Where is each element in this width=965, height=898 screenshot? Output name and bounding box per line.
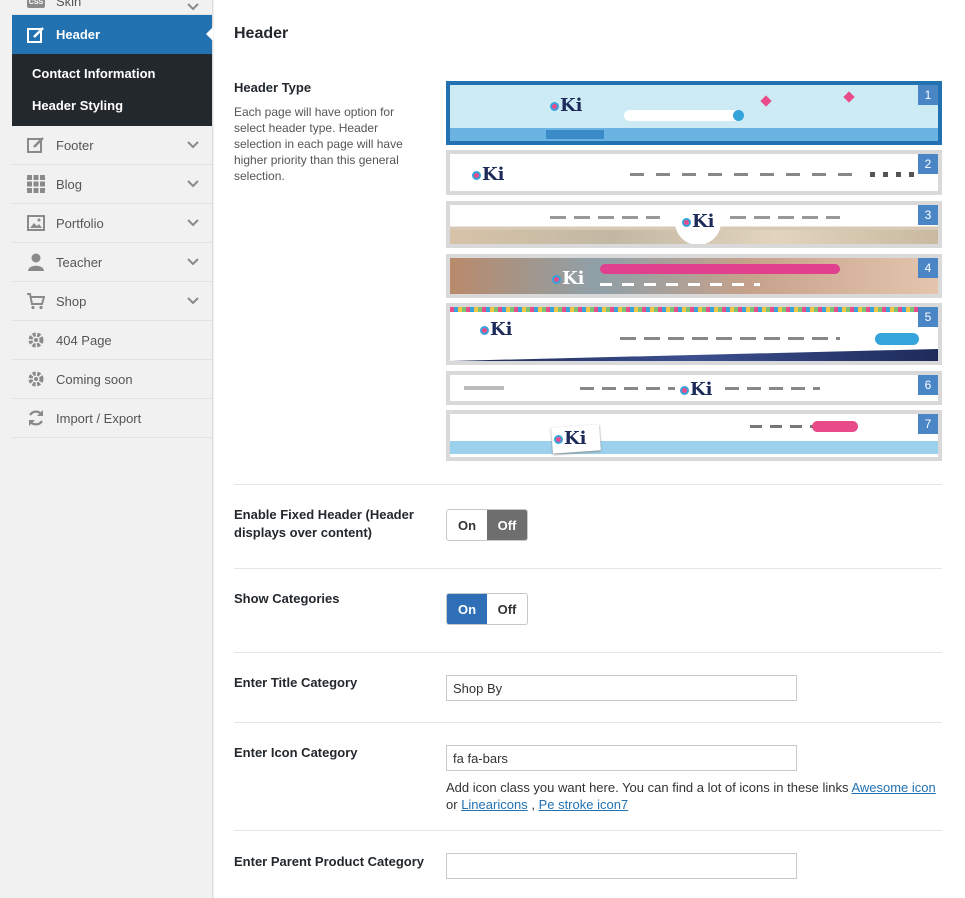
sidebar-item-label: Header (56, 27, 101, 42)
section-divider (234, 722, 942, 723)
cart-icon (26, 291, 46, 311)
submenu-item-contact-information[interactable]: Contact Information (12, 58, 212, 90)
sidebar-item-coming-soon[interactable]: Coming soon (12, 360, 212, 399)
help-text: Add icon class you want here. You can fi… (446, 780, 849, 795)
logo-image: Ki (472, 164, 504, 185)
sidebar-item-label: Footer (56, 137, 94, 153)
edit-icon (26, 25, 46, 45)
parent-category-input[interactable] (446, 853, 797, 879)
option-number-badge: 4 (918, 258, 938, 278)
gear-icon (26, 369, 46, 389)
help-separator: , (531, 797, 535, 812)
option-number-badge: 1 (918, 85, 938, 105)
header-type-option-1[interactable]: Ki 1 (446, 81, 942, 145)
sidebar-item-label: Skin (56, 0, 82, 9)
chevron-down-icon (186, 0, 200, 14)
parent-category-label: Enter Parent Product Category (234, 854, 424, 869)
header-type-option-4[interactable]: Ki 4 (446, 254, 942, 298)
svg-text:CSS: CSS (29, 0, 44, 6)
fixed-header-toggle[interactable]: On Off (446, 509, 528, 541)
show-categories-label: Show Categories (234, 591, 340, 606)
image-icon (26, 213, 46, 233)
options-panel: Header Header Type Each page will have o… (214, 0, 965, 898)
sidebar-item-label: Coming soon (56, 371, 133, 387)
person-icon (26, 252, 46, 272)
logo-image: Ki (480, 319, 512, 340)
fixed-header-on-button[interactable]: On (447, 510, 487, 540)
logo-image: Ki (550, 95, 582, 116)
show-categories-off-button[interactable]: Off (487, 594, 527, 624)
header-type-label: Header Type (234, 80, 312, 95)
sidebar-item-label: Blog (56, 176, 83, 192)
chevron-down-icon (186, 216, 200, 230)
header-type-option-2[interactable]: Ki 2 (446, 150, 942, 195)
linearicons-link[interactable]: Linearicons (461, 797, 528, 812)
pe-stroke-icon7-link[interactable]: Pe stroke icon7 (539, 797, 629, 812)
css-icon: CSS (26, 0, 46, 11)
logo-image: Ki (680, 379, 712, 400)
refresh-icon (26, 408, 46, 428)
header-type-option-7[interactable]: Ki 7 (446, 410, 942, 461)
help-or-text: or (446, 797, 458, 812)
sidebar-item-label: Shop (56, 293, 87, 309)
chevron-down-icon (186, 138, 200, 152)
section-divider (234, 568, 942, 569)
header-submenu: Contact Information Header Styling (12, 54, 212, 126)
sidebar-item-portfolio[interactable]: Portfolio (12, 204, 212, 243)
options-sidebar: CSS Skin Header Contact Information Head… (12, 0, 213, 898)
section-divider (234, 484, 942, 485)
option-number-badge: 7 (918, 414, 938, 434)
option-number-badge: 2 (918, 154, 938, 174)
title-category-input[interactable] (446, 675, 797, 701)
edit-icon (26, 135, 46, 155)
logo-image: Ki (682, 211, 714, 232)
fixed-header-label: Enable Fixed Header (Header displays ove… (234, 507, 414, 540)
header-type-description: Each page will have option for select he… (234, 105, 403, 183)
title-category-label: Enter Title Category (234, 675, 358, 690)
sidebar-item-label: Teacher (56, 254, 103, 270)
logo-image: Ki (554, 428, 586, 449)
sidebar-item-teacher[interactable]: Teacher (12, 243, 212, 282)
chevron-down-icon (186, 177, 200, 191)
page-title: Header (234, 25, 289, 42)
sidebar-item-404-page[interactable]: 404 Page (12, 321, 212, 360)
chevron-down-icon (186, 294, 200, 308)
submenu-item-header-styling[interactable]: Header Styling (12, 90, 212, 122)
option-number-badge: 5 (918, 307, 938, 327)
sidebar-item-skin[interactable]: CSS Skin (12, 0, 212, 15)
section-divider (234, 652, 942, 653)
sidebar-item-label: Portfolio (56, 215, 104, 231)
sidebar-item-shop[interactable]: Shop (12, 282, 212, 321)
header-type-option-6[interactable]: Ki 6 (446, 371, 942, 405)
awesome-icon-link[interactable]: Awesome icon (851, 780, 935, 795)
grid-icon (26, 174, 46, 194)
option-number-badge: 3 (918, 205, 938, 225)
sidebar-item-label: Import / Export (56, 410, 142, 426)
gear-icon (26, 330, 46, 350)
icon-category-label: Enter Icon Category (234, 745, 358, 760)
sidebar-item-blog[interactable]: Blog (12, 165, 212, 204)
fixed-header-off-button[interactable]: Off (487, 510, 527, 540)
icon-category-help: Add icon class you want here. You can fi… (446, 779, 946, 813)
header-type-option-5[interactable]: Ki 5 (446, 303, 942, 365)
show-categories-on-button[interactable]: On (447, 594, 487, 624)
chevron-down-icon (186, 255, 200, 269)
show-categories-toggle[interactable]: On Off (446, 593, 528, 625)
sidebar-item-header[interactable]: Header (12, 15, 213, 54)
logo-image: Ki (552, 268, 584, 289)
sidebar-item-footer[interactable]: Footer (12, 126, 212, 165)
section-divider (234, 830, 942, 831)
icon-category-input[interactable] (446, 745, 797, 771)
header-type-option-3[interactable]: Ki 3 (446, 201, 942, 248)
sidebar-item-label: 404 Page (56, 332, 112, 348)
option-number-badge: 6 (918, 375, 938, 395)
sidebar-item-import-export[interactable]: Import / Export (12, 399, 212, 438)
